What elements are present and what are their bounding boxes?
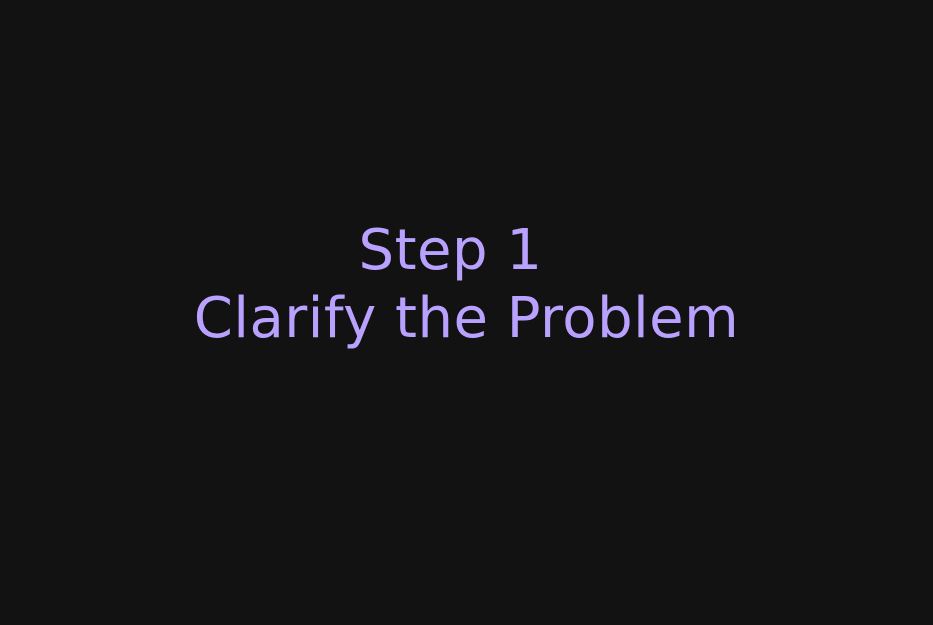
step-label: Step 1 bbox=[358, 218, 543, 283]
step-title: Clarify the Problem bbox=[193, 285, 740, 351]
slide-canvas: Step 1 Clarify the Problem bbox=[0, 0, 933, 625]
slide-title-block: Step 1 Clarify the Problem bbox=[0, 220, 933, 349]
